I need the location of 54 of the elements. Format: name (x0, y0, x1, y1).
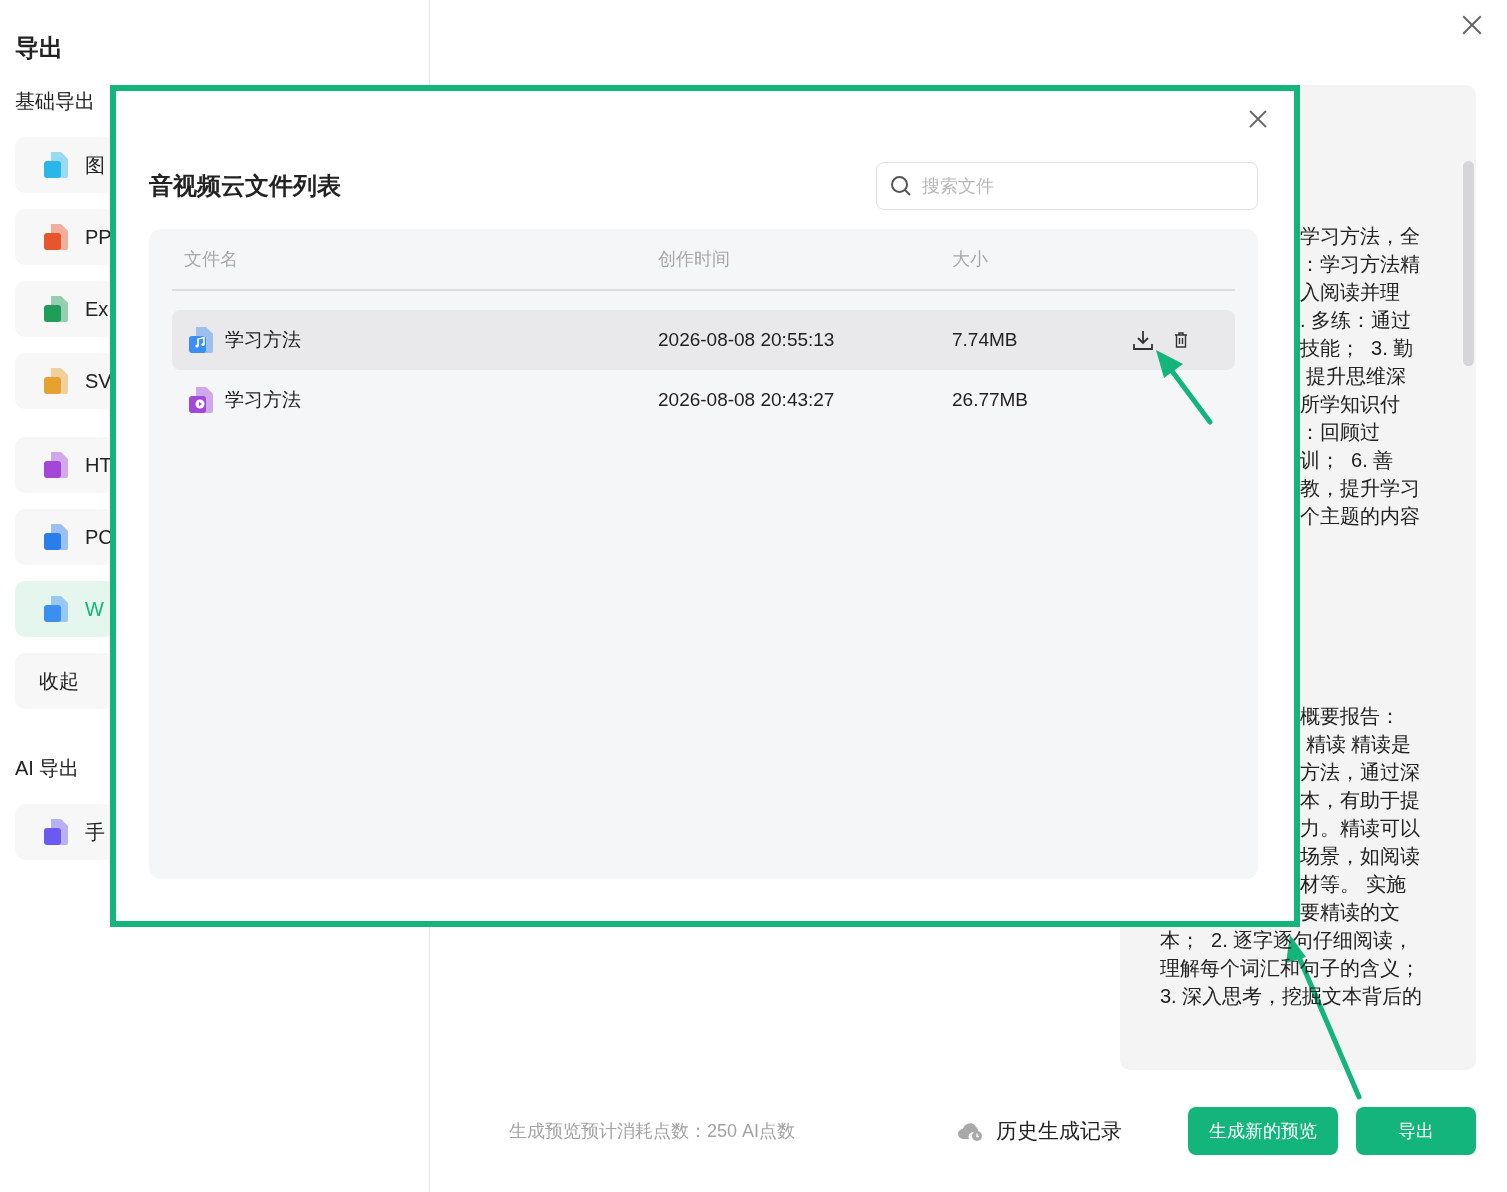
preview-text: 所学知识付 (1300, 392, 1400, 417)
preview-text: 技能； 3. 勤 (1300, 336, 1414, 361)
sidebar-title: 导出 (15, 33, 64, 63)
file-icon (43, 523, 69, 551)
file-icon (188, 386, 214, 414)
close-icon[interactable] (1248, 109, 1268, 129)
search-icon (890, 175, 912, 197)
scrollbar[interactable] (1463, 161, 1474, 366)
created-time: 2026-08-08 20:55:13 (658, 329, 836, 351)
cost-text: 生成预览预计消耗点数：250 AI点数 (508, 1120, 795, 1143)
preview-text: ：学习方法精 (1300, 252, 1420, 277)
file-size: 7.74MB (952, 329, 1019, 351)
file-size: 26.77MB (952, 389, 1030, 411)
column-header: 大小 (952, 248, 989, 271)
search-field[interactable]: 搜索文件 (876, 162, 1258, 210)
close-icon[interactable] (1461, 14, 1483, 36)
section-heading: 基础导出 (15, 89, 96, 114)
column-header: 创作时间 (658, 248, 731, 271)
preview-text: 个主题的内容 (1300, 504, 1420, 529)
preview-text: . 多练：通过 (1300, 308, 1412, 333)
cloud-clock-icon (957, 1120, 984, 1142)
preview-text: 学习方法，全 (1300, 224, 1420, 249)
preview-text: 材等。 实施 (1300, 872, 1406, 897)
file-name: 学习方法 (225, 328, 301, 352)
preview-text: 提升思维深 (1304, 364, 1406, 389)
file-icon (188, 326, 214, 354)
file-icon (43, 367, 69, 395)
file-icon (43, 151, 69, 179)
file-icon (43, 595, 69, 623)
dialog-title: 音视频云文件列表 (149, 171, 341, 201)
preview-text: 精读 精读是 (1304, 732, 1412, 757)
file-name: 学习方法 (225, 388, 301, 412)
file-icon (43, 818, 69, 846)
download-icon[interactable] (1132, 329, 1154, 351)
file-row[interactable]: 学习方法 2026-08-08 20:43:27 26.77MB (172, 370, 1235, 430)
preview-text: 概要报告： (1300, 704, 1400, 729)
preview-text: 本，有助于提 (1300, 788, 1420, 813)
preview-text: 力。精读可以 (1300, 816, 1420, 841)
preview-text: 训； 6. 善 (1300, 448, 1394, 473)
file-icon (43, 451, 69, 479)
preview-text: 要精读的文 (1300, 900, 1400, 925)
section-heading: AI 导出 (15, 756, 81, 781)
delete-icon[interactable] (1174, 332, 1188, 348)
file-icon (43, 223, 69, 251)
file-icon (43, 295, 69, 323)
history-button[interactable]: 历史生成记录 (957, 1117, 1122, 1145)
file-row[interactable]: 学习方法 2026-08-08 20:55:13 7.74MB (172, 310, 1235, 370)
preview-text: 方法，通过深 (1300, 760, 1420, 785)
preview-text: 场景，如阅读 (1300, 844, 1420, 869)
column-header: 文件名 (183, 248, 239, 271)
preview-text: ：回顾过 (1300, 420, 1380, 445)
created-time: 2026-08-08 20:43:27 (658, 389, 836, 411)
preview-text: 教，提升学习 (1300, 476, 1420, 501)
preview-text: 入阅读并理 (1300, 280, 1400, 305)
